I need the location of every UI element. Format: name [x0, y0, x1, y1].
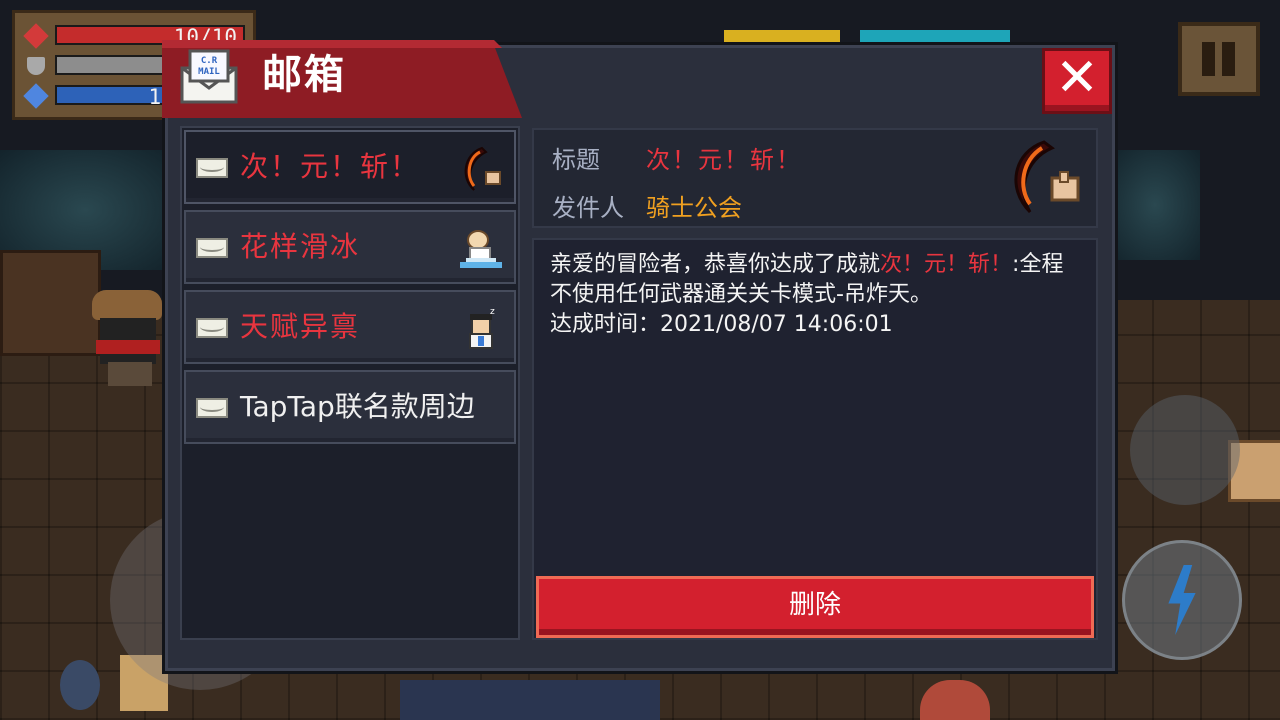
close-icon: ✕ [1055, 48, 1099, 108]
mail-item-gifted[interactable]: 天赋异禀 z [184, 290, 516, 364]
weapon-switch-button[interactable] [1130, 395, 1240, 505]
close-button[interactable]: ✕ [1042, 48, 1112, 114]
pause-button[interactable] [1178, 22, 1260, 96]
svg-text:C.R: C.R [201, 56, 218, 66]
table [400, 680, 660, 720]
mail-item-title: 天赋异禀 [240, 310, 361, 343]
sleeping-character-icon: z [469, 307, 495, 349]
sender-value: 骑士公会 [646, 194, 742, 222]
wall-monitor [1110, 150, 1200, 260]
wooden-shelf [0, 250, 101, 356]
npc-legs [108, 362, 152, 386]
sender-label: 发件人 [552, 194, 624, 222]
mail-item-title: 次！元！斩！ [240, 150, 421, 183]
skater-icon [460, 230, 502, 268]
crescent-blade-icon [464, 146, 501, 191]
svg-text:z: z [490, 307, 495, 317]
mail-item-title: 花样滑冰 [240, 230, 361, 263]
mailbox-title: 邮箱 [262, 52, 346, 98]
svg-text:MAIL: MAIL [198, 67, 220, 77]
body-greeting: 亲爱的冒险者，恭喜你达成了成就 [550, 252, 881, 277]
skill-button[interactable] [1122, 540, 1242, 660]
mail-icon: C.R MAIL [178, 48, 240, 106]
heart-icon [23, 23, 49, 49]
delete-button[interactable]: 删除 [536, 576, 1094, 638]
envelope-icon [196, 398, 228, 418]
shield-icon [27, 57, 45, 75]
envelope-icon [196, 318, 228, 338]
mail-item-taptap-merch[interactable]: TapTap联名款周边 [184, 370, 516, 444]
npc-cowboy-hat [92, 290, 162, 320]
npc-scarf [96, 340, 160, 354]
achieved-time: 达成时间：2021/08/07 14:06:01 [550, 312, 893, 337]
subject-value: 次！元！斩！ [646, 146, 802, 174]
title-tab-highlight [162, 40, 502, 48]
lightning-icon [1168, 565, 1196, 635]
mail-body-text: 亲爱的冒险者，恭喜你达成了成就次！元！斩！:全程不使用任何武器通关关卡模式-吊炸… [550, 250, 1070, 340]
subject-label: 标题 [552, 146, 600, 174]
body-achievement-name: 次！元！斩！ [880, 252, 1013, 277]
crescent-blade-icon [1014, 140, 1080, 214]
mail-item-title: TapTap联名款周边 [240, 390, 475, 423]
barrel [60, 660, 100, 710]
envelope-icon [196, 238, 228, 258]
envelope-icon [196, 158, 228, 178]
energy-gem-icon [23, 83, 49, 109]
mail-item-dimension-slash[interactable]: 次！元！斩！ [184, 130, 516, 204]
mail-item-figure-skating[interactable]: 花样滑冰 [184, 210, 516, 284]
